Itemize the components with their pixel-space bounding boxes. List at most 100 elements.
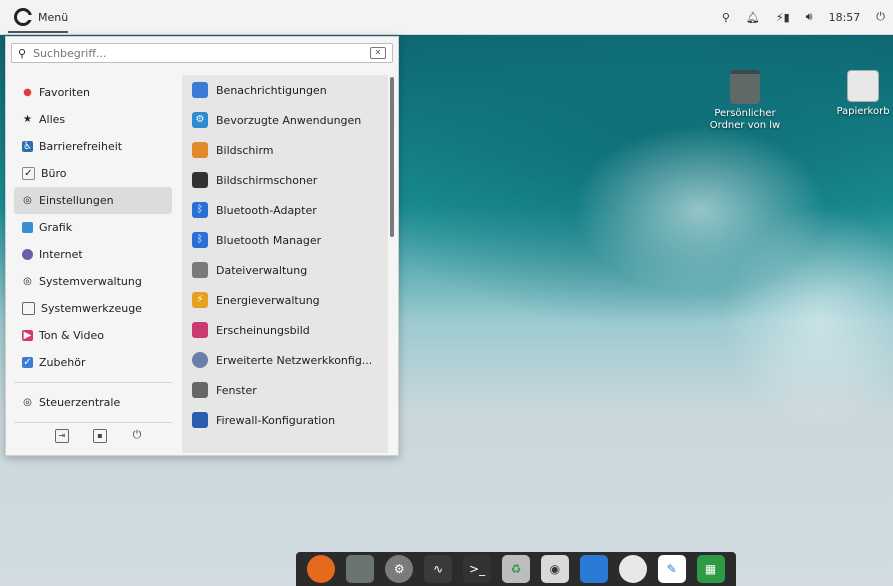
ubuntu-logo-icon [14,8,33,26]
control-center-icon: ◎ [23,397,32,408]
category-internet[interactable]: Internet [14,241,172,268]
category-label: Barrierefreiheit [39,140,123,153]
category-label: Büro [41,167,67,180]
screensaver-icon [192,172,208,188]
window-icon [192,382,208,398]
app-label: Benachrichtigungen [216,83,327,97]
category-label: Ton & Video [39,329,104,342]
search-input[interactable] [31,45,370,61]
power-icon[interactable]: ⏻ [876,10,885,24]
category-grafik[interactable]: Grafik [14,214,172,241]
graphics-icon [22,222,33,233]
category-label: Zubehör [39,356,86,369]
app-label: Bevorzugte Anwendungen [216,113,362,127]
terminal-icon[interactable]: >_ [463,555,492,583]
category-list: ● Favoriten ★ Alles ♿ Barrierefreiheit ✓… [14,79,172,429]
category-ton-video[interactable]: ▶ Ton & Video [14,322,172,349]
app-item[interactable]: ⚡ Energieverwaltung [182,285,388,315]
category-label: Systemwerkzeuge [41,302,142,315]
settings-icon[interactable]: ⚙ [385,555,414,583]
app-item[interactable]: Erscheinungsbild [182,315,388,345]
app-item[interactable]: ᛒ Bluetooth-Adapter [182,195,388,225]
category-favoriten[interactable]: ● Favoriten [14,79,172,106]
top-panel: Menü ⚲ 🔔︎ ⚡▮ 🔊︎ 18:57 ⏻ [0,0,893,35]
app-label: Bluetooth Manager [216,233,322,247]
category-label: Steuerzentrale [39,396,121,409]
appearance-icon [192,322,208,338]
category-zubehoer[interactable]: ✓ Zubehör [14,349,172,376]
system-icon: ◎ [23,276,32,287]
category-systemverwaltung[interactable]: ◎ Systemverwaltung [14,268,172,295]
chat-icon[interactable] [618,555,647,583]
control-center-item[interactable]: ◎ Steuerzentrale [14,389,172,416]
app-item[interactable]: Dateiverwaltung [182,255,388,285]
file-manager-icon [192,262,208,278]
category-alles[interactable]: ★ Alles [14,106,172,133]
category-label: Grafik [39,221,73,234]
clock[interactable]: 18:57 [829,11,861,24]
menu-active-indicator [8,31,68,33]
office-icon: ✓ [22,167,35,180]
category-einstellungen[interactable]: ◎ Einstellungen [14,187,172,214]
app-item[interactable]: Fenster [182,375,388,405]
accessibility-icon: ♿ [22,141,33,152]
category-label: Alles [39,113,66,126]
trash-icon[interactable]: ♻ [501,555,530,583]
desktop-icon-home[interactable]: Persönlicher Ordner von lw [697,70,793,132]
lock-icon[interactable]: ▪ [93,429,107,443]
media-icon: ▶ [22,330,33,341]
app-item[interactable]: Benachrichtigungen [182,75,388,105]
logout-icon[interactable]: ⇥ [55,429,69,443]
search-box[interactable]: ⚲ ✕ [11,43,393,63]
notifications-icon [192,82,208,98]
firefox-icon[interactable] [307,555,336,583]
desktop-icon-label: Persönlicher Ordner von lw [709,108,781,131]
firewall-icon [192,412,208,428]
category-barrierefreiheit[interactable]: ♿ Barrierefreiheit [14,133,172,160]
system-monitor-icon[interactable]: ∿ [424,555,453,583]
menu-button[interactable]: Menü [8,6,74,28]
category-systemwerkzeuge[interactable]: Systemwerkzeuge [14,295,172,322]
disk-icon[interactable]: ◉ [540,555,569,583]
app-label: Bildschirm [216,143,274,157]
app-label: Firewall-Konfiguration [216,413,336,427]
search-icon: ⚲ [18,46,27,60]
globe-icon [22,249,33,260]
screenshot-icon[interactable] [579,555,608,583]
app-item[interactable]: Bildschirmschoner [182,165,388,195]
tools-icon [22,302,35,315]
text-editor-icon[interactable]: ✎ [657,555,686,583]
heart-icon: ● [23,87,32,98]
session-actions: ⇥ ▪ ⏻ [55,429,143,443]
preferred-apps-icon: ⚙ [192,112,208,128]
category-label: Internet [39,248,83,261]
bluetooth-icon: ᛒ [192,202,208,218]
app-label: Bildschirmschoner [216,173,318,187]
menu-button-label: Menü [38,10,69,24]
battery-icon[interactable]: ⚡▮ [776,11,790,24]
app-list-scrollbar[interactable] [390,77,394,237]
files-icon[interactable] [346,555,375,583]
bell-icon[interactable]: 🔔︎ [746,11,760,24]
clear-search-icon[interactable]: ✕ [370,47,386,59]
app-item[interactable]: Erweiterte Netzwerkkonfig... [182,345,388,375]
power-icon[interactable]: ⏻ [131,429,143,441]
network-icon[interactable]: ⚲ [722,11,730,24]
app-item[interactable]: Bildschirm [182,135,388,165]
app-item[interactable]: ⚙ Bevorzugte Anwendungen [182,105,388,135]
spreadsheet-icon[interactable]: ▦ [696,555,725,583]
dock: ⚙ ∿ >_ ♻ ◉ ✎ ▦ [296,552,736,586]
desktop-icon-trash[interactable]: Papierkorb [818,70,893,118]
app-item[interactable]: Firewall-Konfiguration [182,405,388,435]
category-label: Systemverwaltung [39,275,142,288]
energy-icon: ⚡ [192,292,208,308]
bluetooth-icon: ᛒ [192,232,208,248]
category-buero[interactable]: ✓ Büro [14,160,172,187]
app-item[interactable]: ᛒ Bluetooth Manager [182,225,388,255]
volume-icon[interactable]: 🔊︎ [806,10,813,24]
network-config-icon [192,352,208,368]
category-label: Einstellungen [39,194,114,207]
category-label: Favoriten [39,86,90,99]
app-label: Erweiterte Netzwerkkonfig... [216,353,373,367]
app-label: Bluetooth-Adapter [216,203,317,217]
